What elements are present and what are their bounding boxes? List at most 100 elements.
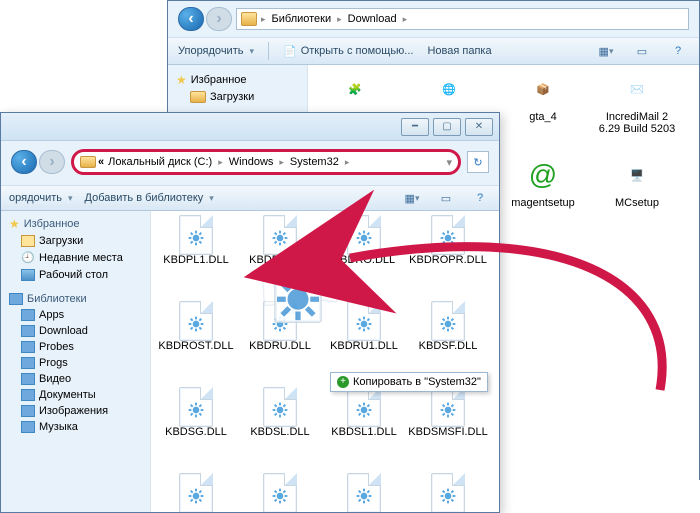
list-item[interactable]: KBDSMSNO.DLL [155,473,237,512]
library-icon [21,309,35,321]
library-icon [21,357,35,369]
nav-item[interactable]: Музыка [5,419,146,435]
list-item[interactable]: 🖥️MCsetup [596,155,678,221]
open-with-label: Открыть с помощью... [301,45,414,57]
list-item[interactable]: KBDPL1.DLL [155,215,237,295]
file-label: KBDPO.DLL [249,255,311,267]
file-label: KBDROST.DLL [158,341,233,353]
overflow-chevrons[interactable]: « [98,156,104,168]
maximize-button[interactable]: ▢ [433,118,461,136]
list-item[interactable]: KBDSL1.DLL [323,387,405,467]
file-label: KBDROPR.DLL [409,255,487,267]
list-item[interactable]: KBDSF.DLL [407,301,489,381]
open-with-button[interactable]: 📄 Открыть с помощью... [283,45,413,58]
nav-downloads[interactable]: Загрузки [172,89,303,105]
dll-icon [430,387,466,425]
nav-downloads-label: Загрузки [210,91,254,103]
preview-pane-button[interactable]: ▭ [435,189,457,207]
file-label: KBDPL1.DLL [163,255,228,267]
help-button[interactable]: ? [667,42,689,60]
nav-favorites-label: Избранное [191,74,247,86]
file-label: KBDSF.DLL [419,341,478,353]
breadcrumb-bar-front[interactable]: « Локальный диск (C:) Windows System32 ▾ [71,149,461,175]
nav-forward-button[interactable] [206,7,232,31]
crumb-system32[interactable]: System32 [288,156,341,168]
file-label: KBDSMSFI.DLL [408,427,487,439]
nav-item[interactable]: Probes [5,339,146,355]
nav-item[interactable]: Загрузки [5,233,146,249]
nav-back-button[interactable] [11,150,37,174]
refresh-button[interactable]: ↻ [467,151,489,173]
list-item[interactable]: KBDSORS1.DLL [407,473,489,512]
organize-button[interactable]: Упорядочить [178,45,254,57]
nav-back-button[interactable] [178,7,204,31]
app-icon: 📦 [523,69,563,109]
nav-item[interactable]: Apps [5,307,146,323]
add-to-library-button[interactable]: Добавить в библиотеку [85,192,214,204]
list-item[interactable]: KBDRO.DLL [323,215,405,295]
nav-favorites-header[interactable]: ★ Избранное [5,215,146,233]
organize-button[interactable]: орядочить [9,192,73,204]
libraries-icon [9,293,23,305]
close-button[interactable]: ✕ [465,118,493,136]
list-item[interactable]: KBDSOREX.DLL [323,473,405,512]
titlebar: ━ ▢ ✕ [1,113,499,141]
library-icon [21,341,35,353]
breadcrumb-bar-back[interactable]: Библиотеки Download [236,8,689,30]
list-item[interactable]: KBDSMSFI.DLL [407,387,489,467]
crumb-c-drive[interactable]: Локальный диск (C:) [106,156,214,168]
list-item[interactable]: KBDPO.DLL [239,215,321,295]
folder-icon [80,156,96,168]
list-item[interactable]: @magentsetup [502,155,584,221]
view-menu-button[interactable]: ▦ [595,42,617,60]
crumb-download[interactable]: Download [346,13,399,25]
list-item[interactable]: 📦gta_4 [502,69,584,147]
minimize-button[interactable]: ━ [401,118,429,136]
nav-libraries-header[interactable]: Библиотеки [5,291,146,307]
list-item[interactable]: KBDSN1.DLL [239,473,321,512]
nav-item[interactable]: 🕘Недавние места [5,249,146,267]
library-icon [21,325,35,337]
dll-icon [262,215,298,253]
nav-item[interactable]: Progs [5,355,146,371]
view-menu-button[interactable]: ▦ [401,189,423,207]
list-item[interactable]: KBDSG.DLL [155,387,237,467]
downloads-icon [21,235,35,247]
library-icon [21,405,35,417]
dll-icon [346,301,382,339]
star-icon: ★ [9,217,20,231]
folder-icon [241,12,257,26]
nav-item[interactable]: Изображения [5,403,146,419]
help-button[interactable]: ? [469,189,491,207]
library-icon [21,389,35,401]
file-label: KBDSL.DLL [250,427,309,439]
desktop-icon [21,269,35,281]
file-list-front[interactable]: KBDPL1.DLL KBDPO.DLL KBDRO.DLL KBDROPR.DLL K… [151,211,499,512]
list-item[interactable]: KBDSL.DLL [239,387,321,467]
address-bar-back: Библиотеки Download [168,1,699,37]
list-item[interactable]: KBDRU.DLL [239,301,321,381]
nav-item[interactable]: Download [5,323,146,339]
file-label: KBDSG.DLL [165,427,227,439]
list-item[interactable]: KBDROPR.DLL [407,215,489,295]
preview-pane-button[interactable]: ▭ [631,42,653,60]
nav-forward-button[interactable] [39,150,65,174]
crumb-windows[interactable]: Windows [227,156,276,168]
nav-favorites[interactable]: ★ Избранное [172,71,303,89]
list-item[interactable]: KBDROST.DLL [155,301,237,381]
nav-item[interactable]: Документы [5,387,146,403]
nav-item[interactable]: Рабочий стол [5,267,146,283]
dropdown-chevron-icon[interactable]: ▾ [446,156,452,169]
dll-icon [430,301,466,339]
dll-icon [346,387,382,425]
nav-item[interactable]: Видео [5,371,146,387]
list-item[interactable]: KBDRU1.DLL [323,301,405,381]
library-icon [21,421,35,433]
crumb-libraries[interactable]: Библиотеки [270,13,334,25]
dll-icon [178,473,214,511]
new-folder-button[interactable]: Новая папка [427,45,491,57]
dll-icon [262,387,298,425]
setup-icon: 🖥️ [617,155,657,195]
dll-icon [262,301,298,339]
list-item[interactable]: ✉️IncrediMail 2 6.29 Build 5203 [596,69,678,147]
